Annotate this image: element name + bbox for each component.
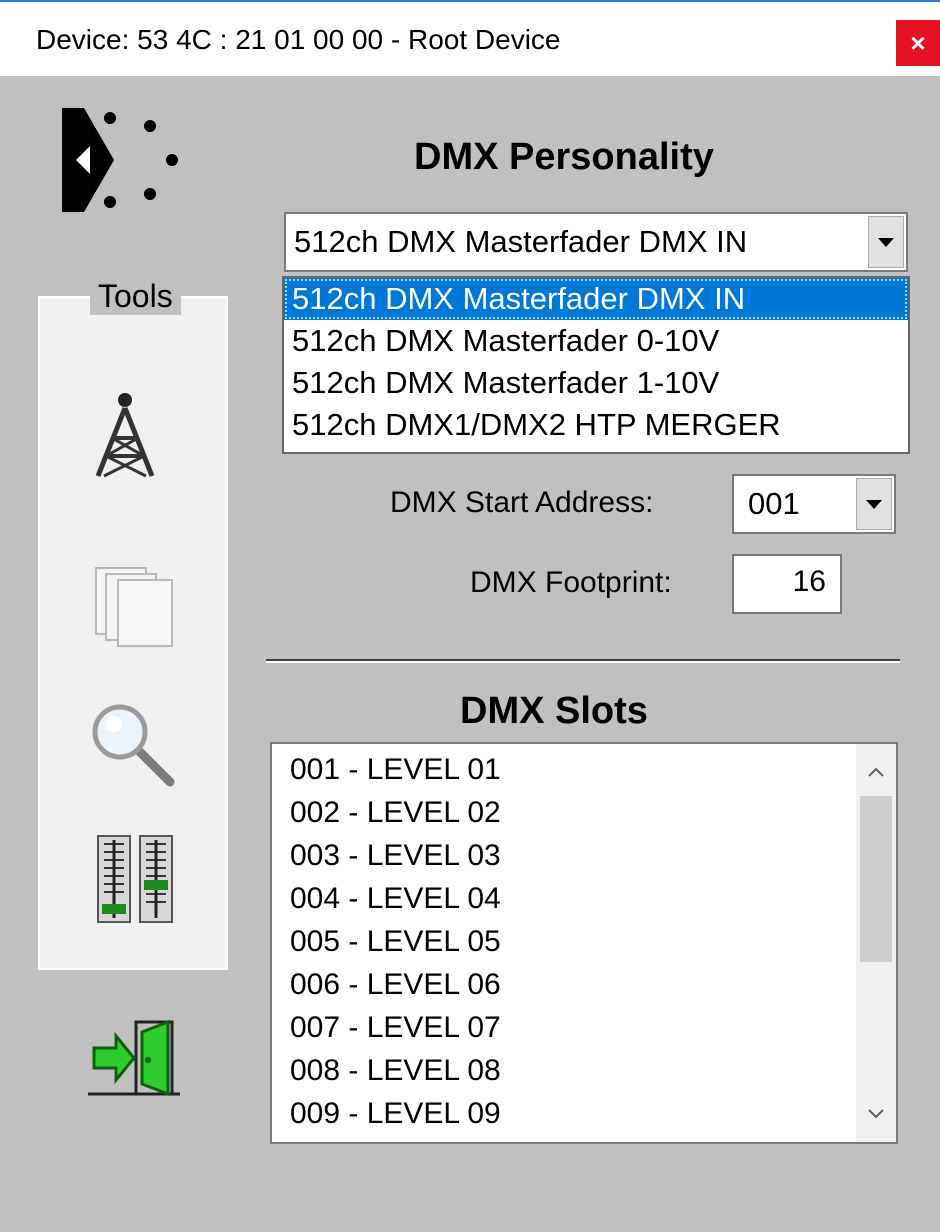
magnifier-icon[interactable]: [90, 702, 176, 788]
footprint-field: 16: [732, 554, 842, 614]
scroll-up-icon[interactable]: [856, 752, 896, 792]
personality-option[interactable]: 512ch DMX1/DMX2 HTP MERGER: [284, 404, 908, 446]
list-item[interactable]: 001 - LEVEL 01: [272, 748, 856, 791]
personality-selected-value: 512ch DMX Masterfader DMX IN: [294, 224, 748, 259]
list-item[interactable]: 006 - LEVEL 06: [272, 963, 856, 1006]
footprint-label: DMX Footprint:: [470, 566, 672, 599]
window-title: Device: 53 4C : 21 01 00 00 - Root Devic…: [36, 24, 561, 55]
list-item[interactable]: 003 - LEVEL 03: [272, 834, 856, 877]
chevron-down-icon: [878, 237, 894, 247]
personality-dropdown-list: 512ch DMX Masterfader DMX IN 512ch DMX M…: [282, 276, 910, 454]
list-item[interactable]: 002 - LEVEL 02: [272, 791, 856, 834]
tools-panel: Tools: [38, 278, 228, 970]
list-item[interactable]: 007 - LEVEL 07: [272, 1006, 856, 1049]
start-address-value: 001: [748, 486, 800, 521]
personality-option[interactable]: 512ch DMX Masterfader DMX IN: [284, 278, 908, 320]
section-divider: [266, 659, 900, 663]
close-button[interactable]: ×: [896, 20, 940, 66]
scroll-down-icon[interactable]: [856, 1094, 896, 1134]
list-item[interactable]: 005 - LEVEL 05: [272, 920, 856, 963]
list-item[interactable]: 008 - LEVEL 08: [272, 1049, 856, 1092]
title-bar: Device: 53 4C : 21 01 00 00 - Root Devic…: [0, 0, 940, 76]
exit-door-icon[interactable]: [88, 1018, 180, 1098]
pages-icon[interactable]: [94, 566, 178, 650]
personality-combobox[interactable]: 512ch DMX Masterfader DMX IN: [284, 212, 908, 272]
faders-icon[interactable]: [96, 834, 176, 924]
antenna-tower-icon[interactable]: [92, 390, 158, 480]
slots-scrollbar[interactable]: [856, 744, 896, 1142]
list-item[interactable]: 004 - LEVEL 04: [272, 877, 856, 920]
start-address-label: DMX Start Address:: [390, 486, 654, 519]
start-address-combobox[interactable]: 001: [732, 474, 896, 534]
start-address-dropdown-button[interactable]: [856, 478, 892, 530]
list-item[interactable]: 009 - LEVEL 09: [272, 1092, 856, 1135]
scroll-thumb[interactable]: [860, 796, 892, 962]
personality-dropdown-button[interactable]: [868, 216, 904, 268]
personality-heading: DMX Personality: [414, 136, 714, 178]
slots-heading: DMX Slots: [460, 690, 648, 732]
personality-option[interactable]: 512ch DMX Masterfader 1-10V: [284, 362, 908, 404]
slots-listbox[interactable]: 001 - LEVEL 01 002 - LEVEL 02 003 - LEVE…: [270, 742, 898, 1144]
personality-option[interactable]: 512ch DMX Masterfader 0-10V: [284, 320, 908, 362]
chevron-down-icon: [866, 499, 882, 509]
slots-items: 001 - LEVEL 01 002 - LEVEL 02 003 - LEVE…: [272, 748, 856, 1135]
company-logo-icon: [62, 108, 178, 212]
tools-legend: Tools: [90, 278, 181, 315]
